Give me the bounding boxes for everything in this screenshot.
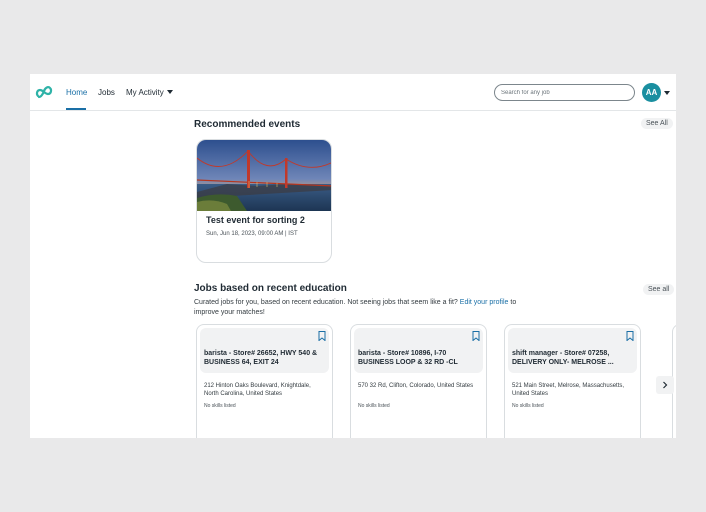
event-card[interactable]: Test event for sorting 2 Sun, Jun 18, 20… xyxy=(196,139,332,263)
job-card[interactable]: shift manager - Store# 07258, DELIVERY O… xyxy=(504,324,641,438)
nav-home[interactable]: Home xyxy=(66,88,87,97)
events-see-all-button[interactable]: See All xyxy=(641,118,673,129)
next-jobs-button[interactable] xyxy=(656,376,674,394)
event-title[interactable]: Test event for sorting 2 xyxy=(206,215,305,225)
bookmark-icon[interactable] xyxy=(626,331,634,341)
job-skills: No skills listed xyxy=(512,403,544,409)
nav-active-indicator xyxy=(66,108,86,110)
top-navbar: Home Jobs My Activity AA xyxy=(30,74,676,111)
job-card[interactable]: barista - Store# 26652, HWY 540 & BUSINE… xyxy=(196,324,333,438)
nav-my-activity-label: My Activity xyxy=(126,88,164,97)
nav-jobs[interactable]: Jobs xyxy=(98,88,115,97)
bookmark-icon[interactable] xyxy=(472,331,480,341)
job-title[interactable]: barista - Store# 26652, HWY 540 & BUSINE… xyxy=(204,349,322,367)
event-image xyxy=(197,140,331,211)
job-skills: No skills listed xyxy=(204,403,236,409)
events-section-title: Recommended events xyxy=(194,119,301,130)
job-title[interactable]: barista - Store# 10896, I-70 BUSINESS LO… xyxy=(358,349,476,367)
job-address: 212 Hinton Oaks Boulevard, Knightdale, N… xyxy=(204,383,311,397)
jobs-section-title: Jobs based on recent education xyxy=(194,283,347,294)
app-logo-icon[interactable] xyxy=(34,82,54,102)
avatar[interactable]: AA xyxy=(642,83,661,102)
nav-my-activity[interactable]: My Activity xyxy=(126,88,173,97)
bookmark-icon[interactable] xyxy=(318,331,326,341)
edit-profile-link[interactable]: Edit your profile xyxy=(460,299,509,306)
chevron-down-icon xyxy=(166,90,173,94)
job-card[interactable]: barista - Store# 10896, I-70 BUSINESS LO… xyxy=(350,324,487,438)
event-date: Sun, Jun 18, 2023, 09:00 AM | IST xyxy=(206,231,298,237)
account-chevron-down-icon[interactable] xyxy=(664,91,670,95)
job-address: 570 32 Rd, Clifton, Colorado, United Sta… xyxy=(358,383,474,389)
search-input[interactable] xyxy=(494,84,635,101)
job-address: 521 Main Street, Melrose, Massachusetts,… xyxy=(512,383,625,397)
jobs-subtitle: Curated jobs for you, based on recent ed… xyxy=(194,298,534,318)
chevron-right-icon xyxy=(663,381,668,389)
app-window: Home Jobs My Activity AA Recommended eve… xyxy=(30,74,676,438)
job-title[interactable]: shift manager - Store# 07258, DELIVERY O… xyxy=(512,349,630,367)
jobs-subtitle-text: Curated jobs for you, based on recent ed… xyxy=(194,299,458,306)
job-skills: No skills listed xyxy=(358,403,390,409)
jobs-see-all-button[interactable]: See all xyxy=(643,284,675,295)
